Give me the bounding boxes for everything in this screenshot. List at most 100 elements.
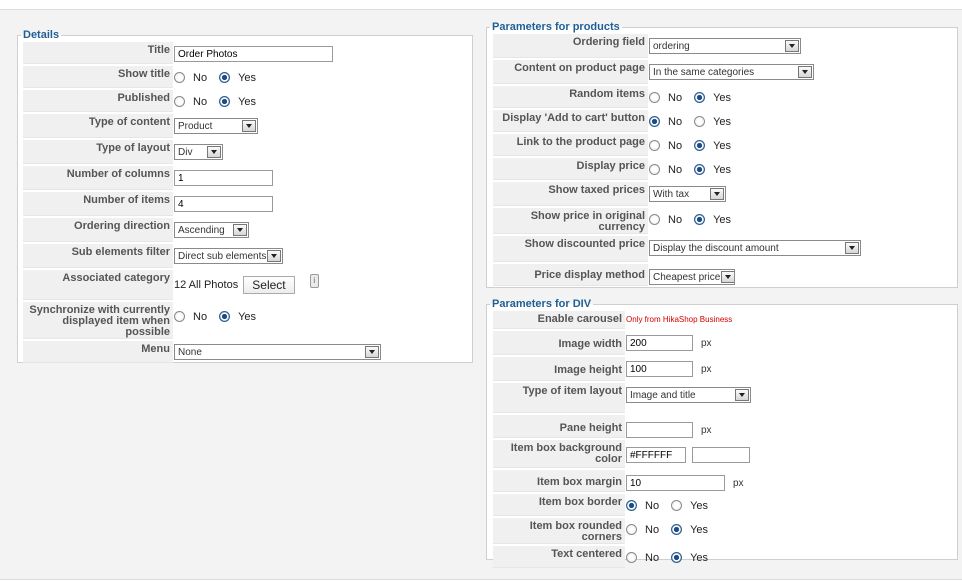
row-type-of-item-layout: Type of item layout Image and title [493,383,751,413]
item-box-border-no-radio[interactable] [626,499,637,511]
item-box-border-yes-label: Yes [690,500,709,512]
type-of-content-select[interactable]: Product [174,118,258,134]
item-box-border-no-label: No [645,500,660,512]
row-ordering-direction: Ordering direction Ascending [23,218,381,242]
show-discounted-price-select[interactable]: Display the discount amount [649,240,861,256]
published-label: Published [23,90,173,112]
row-item-box-border: Item box border No Yes [493,494,751,516]
published-no-label: No [193,96,208,108]
associated-category-label: Associated category [23,270,173,300]
show-price-original-currency-no-label: No [668,214,683,226]
background-color-input[interactable] [626,447,686,463]
show-price-original-currency-yes-radio[interactable] [694,213,706,225]
details-legend: Details [23,29,60,41]
random-items-yes-radio[interactable] [694,91,706,103]
type-of-layout-select[interactable]: Div [174,144,223,160]
type-of-layout-label: Type of layout [23,140,173,164]
sub-elements-filter-select[interactable]: Direct sub elements [174,248,283,264]
image-width-label: Image width [493,331,625,355]
menu-select[interactable]: None [174,344,381,360]
details-fieldset: Details Title Show title No Yes Publishe… [17,29,473,363]
pane-height-label: Pane height [493,415,625,438]
synchronize-radios: No Yes [174,302,381,330]
chevron-down-icon [267,250,282,262]
item-box-border-yes-radio[interactable] [671,499,683,511]
row-content-on-product-page: Content on product page In the same cate… [493,60,861,84]
number-of-items-input[interactable] [174,196,273,212]
display-add-to-cart-yes-label: Yes [713,116,732,128]
price-display-method-label: Price display method [493,264,648,286]
random-items-no-label: No [668,92,683,104]
text-centered-radios: No Yes [626,546,751,568]
show-price-original-currency-yes-label: Yes [713,214,732,226]
link-to-product-page-label: Link to the product page [493,134,648,156]
row-show-title: Show title No Yes [23,66,381,88]
type-of-item-layout-label: Type of item layout [493,383,625,413]
text-centered-no-radio[interactable] [626,551,637,563]
link-to-product-page-yes-radio[interactable] [694,139,706,151]
type-of-item-layout-select[interactable]: Image and title [626,387,751,403]
row-image-width: Image width px [493,331,751,355]
image-width-input[interactable] [626,335,693,351]
show-title-no-radio[interactable] [174,71,185,83]
item-box-rounded-corners-yes-radio[interactable] [671,523,683,535]
details-table: Title Show title No Yes Published No Yes… [23,40,381,365]
products-fieldset: Parameters for products Ordering field o… [486,21,958,288]
text-centered-label: Text centered [493,546,625,568]
number-of-columns-label: Number of columns [23,166,173,190]
display-add-to-cart-yes-radio[interactable] [694,115,706,127]
display-price-no-radio[interactable] [649,163,660,175]
display-add-to-cart-no-label: No [668,116,683,128]
synchronize-yes-radio[interactable] [219,310,231,322]
item-box-rounded-corners-yes-label: Yes [690,524,709,536]
random-items-no-radio[interactable] [649,91,660,103]
show-price-original-currency-radios: No Yes [649,208,861,230]
chevron-down-icon [365,346,379,358]
item-box-margin-input[interactable] [626,475,725,491]
random-items-label: Random items [493,86,648,108]
row-published: Published No Yes [23,90,381,112]
select-category-button[interactable]: Select [243,276,295,294]
synchronize-yes-label: Yes [238,311,257,323]
image-height-input[interactable] [626,361,693,377]
enable-carousel-label: Enable carousel [493,311,625,329]
row-show-price-original-currency: Show price in original currency No Yes [493,208,861,234]
pane-height-input[interactable] [626,422,693,438]
info-icon[interactable]: i [309,274,319,288]
chevron-down-icon [735,389,749,401]
item-box-rounded-corners-no-radio[interactable] [626,523,637,535]
show-taxed-prices-select[interactable]: With tax [649,186,726,202]
item-box-margin-label: Item box margin [493,470,625,492]
title-input[interactable] [174,46,333,62]
link-to-product-page-no-radio[interactable] [649,139,660,151]
number-of-columns-input[interactable] [174,170,273,186]
menu-value: None [178,346,202,358]
published-no-radio[interactable] [174,95,185,107]
row-pane-height: Pane height px [493,415,751,438]
show-price-original-currency-no-radio[interactable] [649,213,660,225]
content-on-product-page-select[interactable]: In the same categories [649,64,814,80]
display-add-to-cart-no-radio[interactable] [649,115,660,127]
row-menu: Menu None [23,341,381,363]
display-price-yes-radio[interactable] [694,163,706,175]
ordering-direction-select[interactable]: Ascending [174,222,249,238]
display-price-yes-label: Yes [713,164,732,176]
price-display-method-select[interactable]: Cheapest price [649,269,735,285]
row-sub-elements-filter: Sub elements filter Direct sub elements [23,244,381,268]
row-item-box-margin: Item box margin px [493,470,751,492]
published-yes-radio[interactable] [219,95,231,107]
ordering-field-label: Ordering field [493,34,648,58]
item-box-margin-unit: px [733,477,744,489]
display-price-label: Display price [493,158,648,180]
row-number-of-items: Number of items [23,192,381,216]
show-price-original-currency-label: Show price in original currency [493,208,648,234]
ordering-field-select[interactable]: ordering [649,38,801,54]
synchronize-label: Synchronize with currently displayed ite… [23,302,173,339]
ordering-direction-label: Ordering direction [23,218,173,242]
carousel-note: Only from HikaShop Business [626,315,733,324]
show-taxed-prices-value: With tax [653,188,690,200]
text-centered-yes-radio[interactable] [671,551,683,563]
color-preview-swatch[interactable] [692,447,751,463]
synchronize-no-radio[interactable] [174,310,185,322]
show-title-yes-radio[interactable] [219,71,231,83]
